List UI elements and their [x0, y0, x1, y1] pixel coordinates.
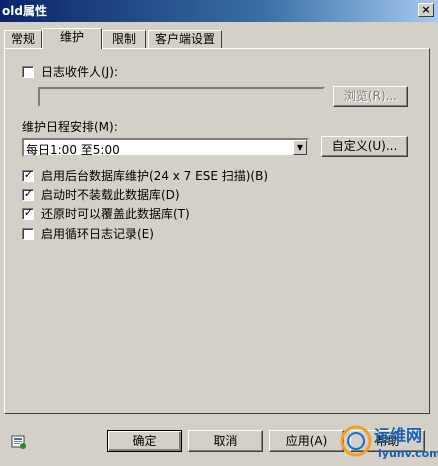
journal-recipient-label: 日志收件人(J):	[41, 65, 118, 79]
tab-limits[interactable]: 限制	[102, 30, 146, 48]
cancel-button[interactable]: 取消	[188, 430, 263, 452]
background-maintenance-label: 启用后台数据库维护(24 x 7 ESE 扫描)(B)	[41, 169, 269, 183]
ok-button[interactable]: 确定	[107, 430, 182, 452]
browse-button: 浏览(R)...	[333, 86, 408, 107]
title-bar: old属性 ×	[0, 0, 438, 22]
schedule-label: 维护日程安排(M):	[22, 120, 118, 134]
chevron-down-icon[interactable]: ▼	[293, 140, 307, 155]
checkmark-icon: ✓	[23, 206, 34, 219]
help-icon[interactable]	[11, 434, 27, 450]
checkmark-icon: ✓	[23, 168, 34, 181]
watermark-logo: 运维网 iyunv.com	[340, 425, 438, 460]
tab-maintenance[interactable]: 维护	[42, 28, 102, 49]
overwrite-restore-checkbox[interactable]: ✓	[22, 206, 34, 220]
watermark-url: iyunv.com	[378, 447, 438, 460]
apply-button[interactable]: 应用(A)	[269, 430, 344, 452]
customize-button[interactable]: 自定义(U)...	[321, 136, 408, 157]
tab-client-settings[interactable]: 客户端设置	[148, 30, 222, 48]
tab-strip: 常规 维护 限制 客户端设置	[0, 28, 438, 49]
journal-recipient-field	[38, 87, 325, 107]
overwrite-restore-label: 还原时可以覆盖此数据库(T)	[41, 207, 190, 221]
no-mount-checkbox[interactable]: ✓	[22, 187, 34, 201]
journal-recipient-checkbox[interactable]	[22, 66, 34, 78]
close-icon[interactable]: ×	[418, 3, 434, 17]
window-title: old属性	[2, 4, 47, 18]
background-maintenance-checkbox[interactable]: ✓	[22, 168, 34, 182]
circular-logging-checkbox[interactable]	[22, 228, 34, 240]
circular-logging-label: 启用循环日志记录(E)	[41, 227, 154, 241]
tab-general[interactable]: 常规	[4, 30, 42, 48]
schedule-select[interactable]: 每日1:00 至5:00 ▼	[22, 138, 309, 157]
watermark-text: 运维网	[374, 426, 422, 445]
checkmark-icon: ✓	[23, 187, 34, 200]
schedule-selected-value: 每日1:00 至5:00	[26, 143, 120, 157]
no-mount-label: 启动时不装载此数据库(D)	[41, 188, 180, 202]
